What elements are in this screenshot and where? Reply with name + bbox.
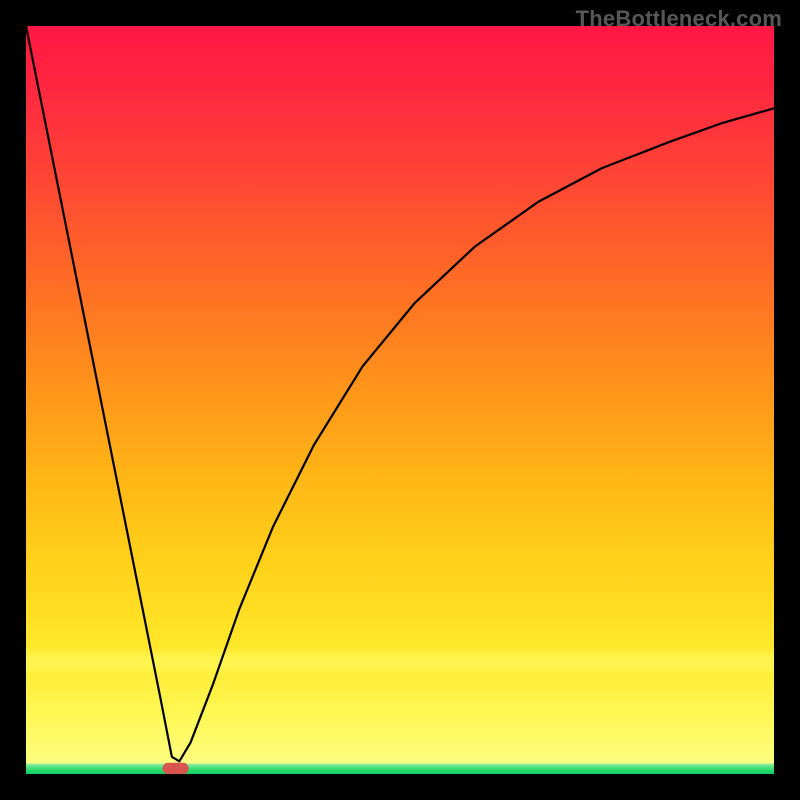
chart-layers <box>0 0 800 800</box>
yellow-band <box>26 647 774 677</box>
chart-frame: TheBottleneck.com <box>0 0 800 800</box>
watermark-text: TheBottleneck.com <box>576 6 782 32</box>
green-floor <box>26 764 774 774</box>
min-marker <box>163 763 189 774</box>
bottleneck-chart <box>0 0 800 800</box>
